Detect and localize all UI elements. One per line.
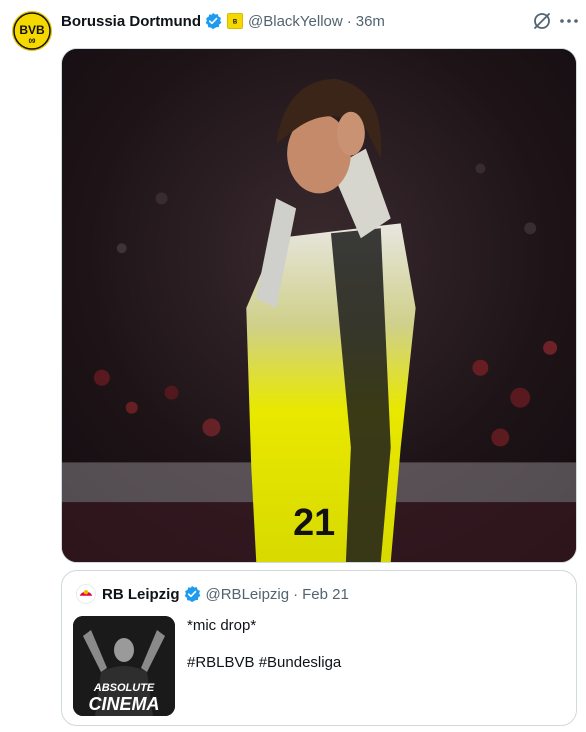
svg-text:B: B <box>233 20 238 26</box>
svg-text:09: 09 <box>29 39 36 45</box>
tweet-timestamp[interactable]: 36m <box>356 13 385 30</box>
author-handle[interactable]: @BlackYellow <box>248 13 343 30</box>
author-name[interactable]: Borussia Dortmund <box>61 13 201 30</box>
tweet-media-photo[interactable]: 21 <box>61 48 577 563</box>
bvb-crest-icon: BVB 09 <box>13 12 51 50</box>
rb-leipzig-logo-icon[interactable] <box>76 584 96 604</box>
quoted-author-name[interactable]: RB Leipzig <box>102 586 180 603</box>
verified-icon[interactable] <box>183 585 201 603</box>
svg-text:CINEMA: CINEMA <box>89 694 160 714</box>
quoted-media-thumbnail[interactable]: ABSOLUTE CINEMA <box>73 616 175 716</box>
quoted-tweet-header: RB Leipzig @RBLeipzig · Feb 21 <box>76 584 349 604</box>
separator-dot: · <box>293 585 299 603</box>
quoted-tweet-date[interactable]: Feb 21 <box>302 586 349 603</box>
bvb-affiliate-badge-icon[interactable]: B <box>227 13 244 29</box>
svg-text:BVB: BVB <box>19 23 45 37</box>
quoted-text-line1: *mic drop* <box>187 617 257 634</box>
separator-dot: · <box>346 12 352 30</box>
author-avatar[interactable]: BVB 09 <box>12 11 52 51</box>
verified-icon[interactable] <box>204 12 222 30</box>
tweet-header: Borussia Dortmund B @BlackYellow · 36m <box>61 11 385 31</box>
quoted-tweet[interactable]: RB Leipzig @RBLeipzig · Feb 21 ABSOLUTE … <box>61 570 577 726</box>
svg-text:ABSOLUTE: ABSOLUTE <box>93 682 155 694</box>
svg-text:21: 21 <box>293 502 335 544</box>
more-icon[interactable] <box>558 10 580 32</box>
quoted-tweet-text: *mic drop* #RBLBVB #Bundesliga <box>187 616 341 673</box>
grok-icon[interactable] <box>531 10 553 32</box>
quoted-author-handle[interactable]: @RBLeipzig <box>206 586 290 603</box>
quoted-hashtags[interactable]: #RBLBVB #Bundesliga <box>187 653 341 673</box>
